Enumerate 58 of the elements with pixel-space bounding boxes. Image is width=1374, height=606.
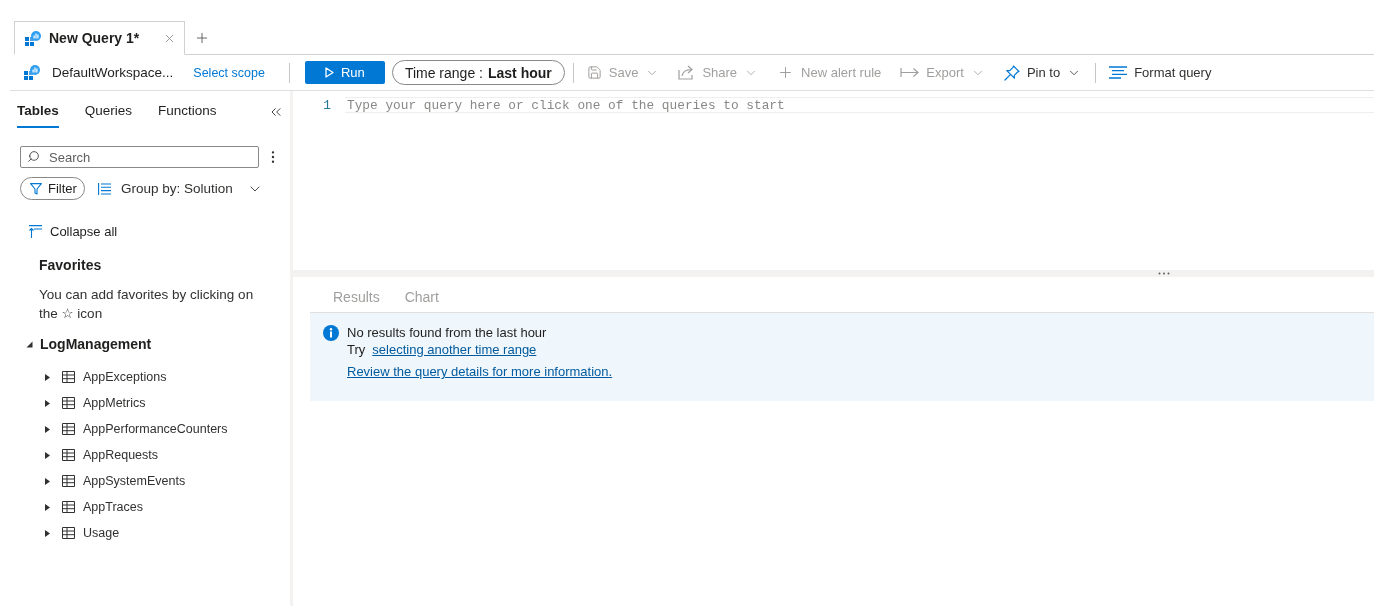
table-name[interactable]: AppPerformanceCounters xyxy=(83,422,228,436)
run-button[interactable]: Run xyxy=(304,61,385,84)
play-icon xyxy=(324,67,334,78)
table-name[interactable]: AppRequests xyxy=(83,448,159,462)
query-tab[interactable]: New Query 1* xyxy=(14,21,185,55)
arrow-right-icon xyxy=(900,67,920,78)
group-by-dropdown[interactable]: Group by: Solution xyxy=(98,180,263,197)
chart-blocks-icon xyxy=(25,30,41,46)
format-query-button[interactable]: Format query xyxy=(1109,59,1212,86)
list-icon xyxy=(98,182,111,195)
table-name[interactable]: AppTraces xyxy=(83,500,143,514)
table-name[interactable]: AppSystemEvents xyxy=(83,474,186,488)
favorites-heading: Favorites xyxy=(39,257,103,273)
panel-tab[interactable]: Queries xyxy=(84,91,133,128)
caret-icon[interactable] xyxy=(44,451,51,459)
caret-icon[interactable] xyxy=(44,503,51,511)
query-details-link[interactable]: Review the query details for more information. xyxy=(347,364,613,381)
workspace-name: DefaultWorkspace... xyxy=(52,65,174,80)
select-scope-link[interactable]: Select scope xyxy=(193,65,265,80)
caret-icon[interactable] xyxy=(44,399,51,407)
table-icon xyxy=(62,449,75,461)
table-icon xyxy=(62,475,75,487)
text-lines-icon xyxy=(1109,66,1128,79)
tree-group-label[interactable]: LogManagement xyxy=(40,336,152,352)
table-name[interactable]: AppExceptions xyxy=(83,370,167,384)
panel-tab[interactable]: Tables xyxy=(17,91,59,128)
time-range-link[interactable]: selecting another time range xyxy=(372,341,537,358)
try-label: Try xyxy=(347,341,366,358)
search-icon xyxy=(27,150,40,163)
table-name[interactable]: AppMetrics xyxy=(83,396,146,410)
drag-handle-icon[interactable] xyxy=(1158,272,1170,275)
search-field[interactable]: Search xyxy=(20,146,259,168)
collapse-icon xyxy=(29,225,42,238)
time-range-button[interactable]: Time range : Last hour xyxy=(391,60,565,85)
table-icon xyxy=(62,397,75,409)
info-message: No results found from the last hour xyxy=(347,325,548,342)
query-input[interactable]: Type your query here or click one of the queries to start xyxy=(345,97,1374,113)
table-icon xyxy=(62,423,75,435)
collapse-all-button[interactable]: Collapse all xyxy=(29,224,118,239)
panel-tab[interactable]: Functions xyxy=(158,91,217,128)
caret-icon[interactable] xyxy=(44,477,51,485)
chart-blocks-icon xyxy=(24,65,40,80)
table-name[interactable]: Usage xyxy=(83,526,120,540)
table-icon xyxy=(62,501,75,513)
caret-icon[interactable] xyxy=(44,425,51,433)
favorites-hint: You can add favorites by clicking on the ☆ icon xyxy=(39,286,255,323)
caret-icon[interactable] xyxy=(44,373,51,381)
caret-icon[interactable] xyxy=(44,529,51,537)
share-icon xyxy=(678,65,696,80)
toolbar-button[interactable]: Pin to xyxy=(1003,59,1082,86)
line-number: 1 xyxy=(322,97,332,113)
table-icon xyxy=(62,371,75,383)
caret-icon[interactable] xyxy=(26,340,33,348)
filter-button[interactable]: Filter xyxy=(20,177,85,200)
info-icon xyxy=(323,325,339,341)
filter-icon xyxy=(30,182,42,195)
table-icon xyxy=(62,527,75,539)
pin-icon xyxy=(1003,64,1020,81)
